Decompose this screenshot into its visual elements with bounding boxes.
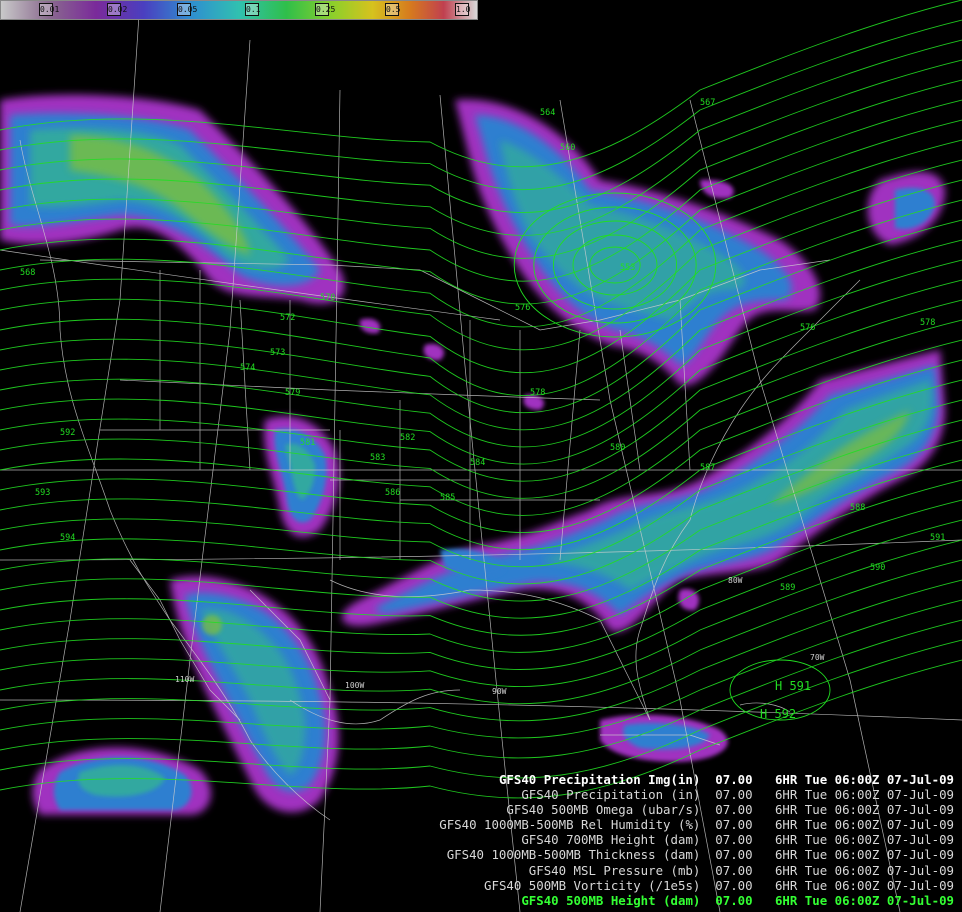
contour-label: 589 <box>780 583 795 593</box>
contour-label: 568 <box>20 268 35 278</box>
legend-line[interactable]: GFS40 Precipitation (in) 07.00 6HR Tue 0… <box>439 787 954 802</box>
legend-line[interactable]: GFS40 500MB Omega (ubar/s) 07.00 6HR Tue… <box>439 802 954 817</box>
height-contour <box>0 579 962 722</box>
contour-label: 593 <box>35 488 50 498</box>
colorbar-tick: 0.01 <box>39 3 60 16</box>
contour-label: 576 <box>800 323 815 333</box>
precipitation-layer <box>0 94 945 815</box>
contour-label: 574 <box>240 363 255 373</box>
legend-line[interactable]: GFS40 700MB Height (dam) 07.00 6HR Tue 0… <box>439 832 954 847</box>
contour-label: 579 <box>285 388 300 398</box>
colorbar-tick: 0.5 <box>385 3 401 16</box>
legend-line[interactable]: GFS40 1000MB-500MB Rel Humidity (%) 07.0… <box>439 817 954 832</box>
contour-label: 592 <box>60 428 75 438</box>
contour-label: 587 <box>700 463 715 473</box>
high-center-label: H 592 <box>760 707 796 721</box>
contour-label: 564 <box>540 108 555 118</box>
precip-great-lakes-low <box>455 99 821 386</box>
contour-label: 591 <box>930 533 945 543</box>
colorbar-tick: 0.05 <box>177 3 198 16</box>
height-contour <box>0 619 962 759</box>
contour-label: 584 <box>470 458 485 468</box>
contour-label: 578 <box>920 318 935 328</box>
contour-label: 583 <box>370 453 385 463</box>
contour-label: 585 <box>440 493 455 503</box>
precip-northeast-coast <box>867 171 945 245</box>
contour-label: 570 <box>320 293 335 303</box>
longitude-label: 70W <box>810 653 825 662</box>
contour-label: 567 <box>700 98 715 108</box>
high-center-label: H 591 <box>775 679 811 693</box>
contour-label: 553 <box>620 263 635 273</box>
contour-label: 580 <box>610 443 625 453</box>
colorbar-tick: 0.25 <box>315 3 336 16</box>
layer-legend: GFS40 Precipitation Img(in) 07.00 6HR Tu… <box>439 772 954 908</box>
longitude-label: 90W <box>492 687 507 696</box>
legend-line[interactable]: GFS40 500MB Height (dam) 07.00 6HR Tue 0… <box>439 893 954 908</box>
colorbar-tick: 0.1 <box>245 3 261 16</box>
legend-line[interactable]: GFS40 500MB Vorticity (/1e5s) 07.00 6HR … <box>439 878 954 893</box>
contour-label: 576 <box>515 303 530 313</box>
colorbar-tick: 1.0 <box>455 3 471 16</box>
longitude-label: 100W <box>345 681 364 690</box>
contour-label: 582 <box>400 433 415 443</box>
longitude-label: 110W <box>175 675 194 684</box>
colorbar-tick: 0.02 <box>107 3 128 16</box>
contour-label: 586 <box>385 488 400 498</box>
boundary-line <box>239 299 251 471</box>
legend-line[interactable]: GFS40 MSL Pressure (mb) 07.00 6HR Tue 06… <box>439 863 954 878</box>
contour-label: 578 <box>530 388 545 398</box>
precip-colorbar: 0.01 0.02 0.05 0.1 0.25 0.5 1.0 <box>0 0 478 20</box>
contour-label: 573 <box>270 348 285 358</box>
contour-label: 572 <box>280 313 295 323</box>
contour-label: 594 <box>60 533 75 543</box>
contour-label: 560 <box>560 143 575 153</box>
legend-line[interactable]: GFS40 1000MB-500MB Thickness (dam) 07.00… <box>439 847 954 862</box>
longitude-label: 80W <box>728 576 743 585</box>
contour-label: 581 <box>300 438 315 448</box>
contour-label: 588 <box>850 503 865 513</box>
height-contour <box>0 599 962 739</box>
precip-pacific-northwest <box>0 94 345 304</box>
contour-label: 590 <box>870 563 885 573</box>
legend-line[interactable]: GFS40 Precipitation Img(in) 07.00 6HR Tu… <box>439 772 954 787</box>
